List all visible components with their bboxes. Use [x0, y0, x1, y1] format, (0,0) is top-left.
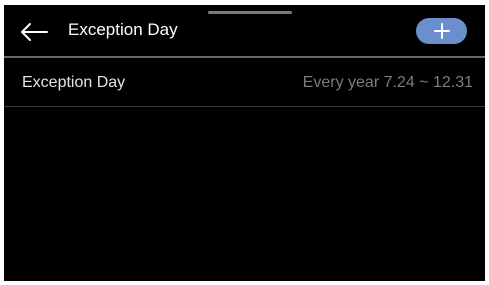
- list-item-label: Exception Day: [22, 74, 126, 91]
- add-button[interactable]: [416, 18, 467, 44]
- header-bar: Exception Day: [4, 5, 485, 57]
- back-button[interactable]: [18, 17, 50, 47]
- page-title: Exception Day: [68, 20, 178, 39]
- device-screen: Exception Day Exception Day Every year 7…: [4, 5, 485, 281]
- list-divider: [4, 106, 485, 107]
- arrow-left-icon: [21, 23, 48, 41]
- plus-icon: [433, 23, 450, 39]
- list-item[interactable]: Exception Day Every year 7.24 ~ 12.31: [4, 58, 485, 106]
- list-item-value: Every year 7.24 ~ 12.31: [302, 74, 473, 91]
